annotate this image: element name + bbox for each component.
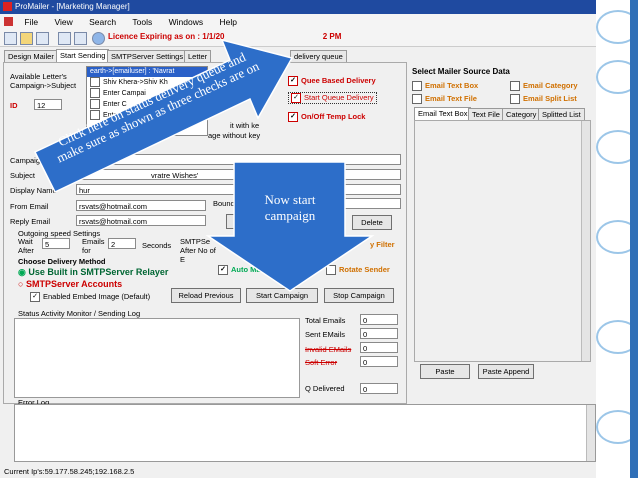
decorative-border xyxy=(596,0,638,478)
decor-band xyxy=(630,0,638,478)
callout-start-campaign: Now start campaign xyxy=(264,192,316,223)
arrow-to-start-campaign xyxy=(205,161,375,292)
annotation-layer xyxy=(33,38,375,292)
